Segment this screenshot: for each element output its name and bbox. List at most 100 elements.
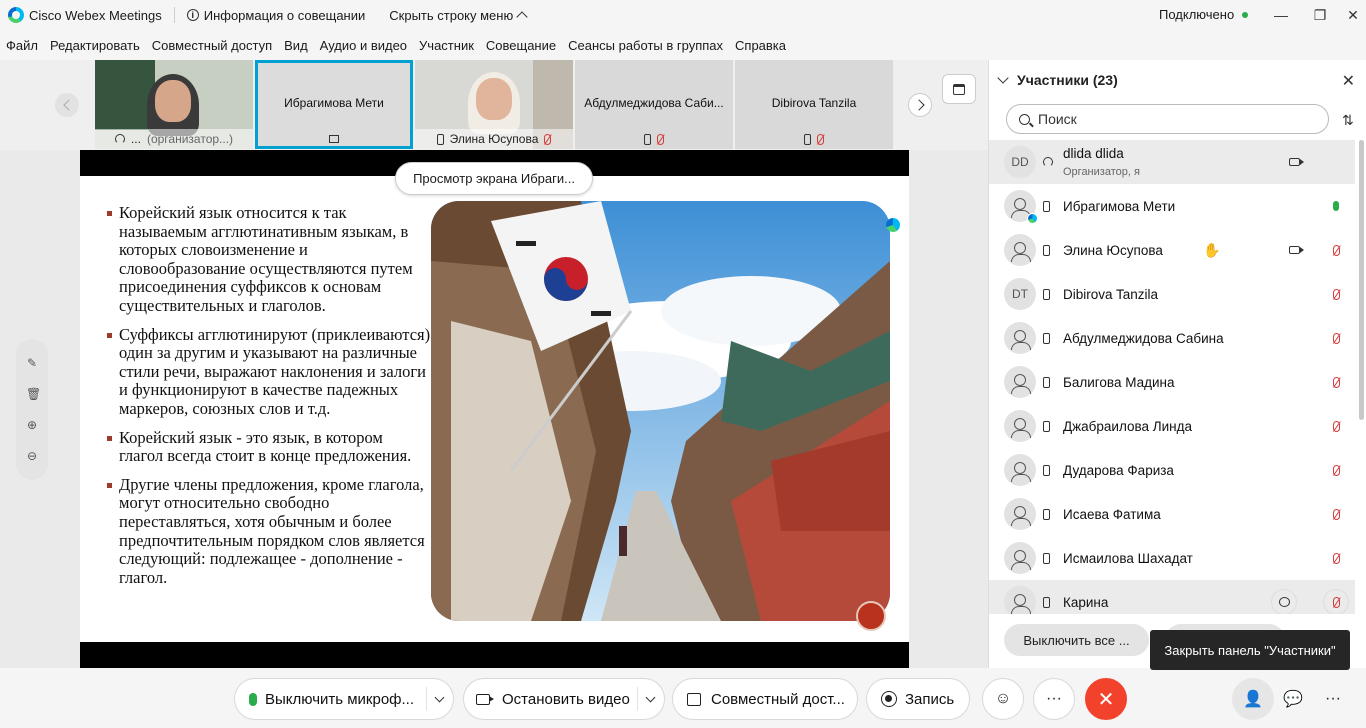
sort-icon[interactable]: ⇅ (1342, 112, 1358, 128)
close-panel-icon[interactable]: ✕ (1342, 71, 1355, 91)
minimize-icon: — (1274, 7, 1288, 23)
info-icon: i (186, 9, 199, 21)
chevron-down-icon[interactable] (434, 692, 445, 703)
menu-file[interactable]: Файл (6, 38, 38, 53)
mic-muted-icon[interactable] (1333, 288, 1340, 300)
close-icon: ✕ (1097, 688, 1115, 711)
participant-name: Дударова Фариза (1063, 462, 1174, 478)
thumbnail-name: Ибрагимова Мети (284, 96, 384, 110)
mute-all-label: Выключить все ... (1023, 632, 1130, 648)
menu-view[interactable]: Вид (284, 38, 308, 53)
mic-muted-icon[interactable] (1333, 508, 1340, 520)
mic-muted-icon[interactable] (1333, 332, 1340, 344)
participant-role: Организатор, я (1063, 166, 1140, 178)
share-content-button[interactable]: Совместный дост... (672, 678, 858, 720)
participant-row[interactable]: Абдулмеджидова Сабина (989, 316, 1355, 360)
phone-icon (1043, 420, 1050, 432)
thumbnail-ibragimova[interactable]: Ибрагимова Мети (255, 60, 413, 149)
meeting-info-button[interactable]: i Информация о совещании (186, 8, 365, 23)
trash-icon[interactable]: 🗑 (26, 388, 41, 400)
screen-share-pill[interactable]: Просмотр экрана Ибраги... (395, 162, 593, 195)
avatar: DT (1004, 278, 1036, 310)
chevron-down-icon[interactable] (997, 72, 1009, 84)
zoom-in-icon[interactable]: ⊕ (26, 419, 38, 431)
more-options-button[interactable]: ··· (1033, 678, 1075, 720)
participant-name: Исмаилова Шахадат (1063, 550, 1193, 566)
slide-photo-korean-street (431, 201, 890, 621)
menu-meeting[interactable]: Совещание (486, 38, 556, 53)
close-icon: ✕ (1347, 6, 1359, 23)
slide-bullet: Корейский язык относится к так называемы… (106, 203, 431, 316)
reactions-button[interactable]: ☺ (982, 678, 1024, 720)
chat-button[interactable] (1271, 589, 1297, 614)
participant-row[interactable]: Элина Юсупова ✋ (989, 228, 1355, 272)
strip-next-button[interactable] (908, 93, 932, 117)
thumbnail-dibirova[interactable]: Dibirova Tanzila (735, 60, 893, 149)
strip-prev-button[interactable] (55, 93, 79, 117)
search-placeholder: Поиск (1038, 111, 1077, 127)
mute-mic-button[interactable]: Выключить микроф... (234, 678, 454, 720)
participant-name: Dibirova Tanzila (1063, 286, 1159, 302)
participant-row[interactable]: Исаева Фатима (989, 492, 1355, 536)
participant-row[interactable]: Исмаилова Шахадат (989, 536, 1355, 580)
mic-toggle-button[interactable] (1323, 589, 1349, 614)
participant-row[interactable]: Балигова Мадина (989, 360, 1355, 404)
slide-bullet: Суффиксы агглютинируют (приклеиваются) о… (106, 325, 431, 419)
thumbnail-yusupova[interactable]: Элина Юсупова (415, 60, 573, 149)
mic-muted-icon[interactable] (1333, 244, 1340, 256)
mic-muted-icon (544, 133, 552, 145)
mic-muted-icon[interactable] (1333, 552, 1340, 564)
participants-scrollbar[interactable] (1359, 140, 1364, 420)
participant-row[interactable]: Дударова Фариза (989, 448, 1355, 492)
chevron-down-icon[interactable] (645, 692, 656, 703)
participant-name: Исаева Фатима (1063, 506, 1161, 522)
screen-share-label: Просмотр экрана Ибраги... (413, 171, 575, 186)
menu-edit[interactable]: Редактировать (50, 38, 140, 53)
participant-row[interactable]: Джабраилова Линда (989, 404, 1355, 448)
more-icon: ··· (1325, 690, 1341, 707)
thumbnail-organizer[interactable]: ... (организатор...) (95, 60, 253, 149)
mic-active-icon[interactable] (1333, 201, 1339, 211)
participants-toggle-button[interactable]: 👤 (1232, 678, 1274, 720)
phone-icon (644, 133, 651, 145)
stop-video-button[interactable]: Остановить видео (463, 678, 665, 720)
participant-name: dlida dlida (1063, 146, 1124, 161)
mic-muted-icon[interactable] (1333, 420, 1340, 432)
menu-participant[interactable]: Участник (419, 38, 474, 53)
webex-badge-icon (886, 218, 900, 232)
microphone-icon (249, 692, 257, 706)
mic-muted-icon[interactable] (1333, 376, 1340, 388)
chat-toggle-button[interactable]: 💬 (1272, 678, 1314, 720)
end-meeting-button[interactable]: ✕ (1085, 678, 1127, 720)
thumbnail-abdulmedzhidova[interactable]: Абдулмеджидова Саби... (575, 60, 733, 149)
record-button[interactable]: Запись (866, 678, 970, 720)
menu-breakout[interactable]: Сеансы работы в группах (568, 38, 723, 53)
slide-bullets: Корейский язык относится к так называемы… (106, 203, 431, 597)
mic-muted-icon[interactable] (1333, 464, 1340, 476)
menu-help[interactable]: Справка (735, 38, 786, 53)
video-icon (1289, 158, 1304, 166)
share-icon (687, 692, 701, 706)
panel-more-button[interactable]: ··· (1312, 678, 1354, 720)
menu-audio-video[interactable]: Аудио и видео (320, 38, 407, 53)
menu-share[interactable]: Совместный доступ (152, 38, 272, 53)
participant-row[interactable]: Карина (989, 580, 1355, 614)
pen-icon[interactable]: ✎ (26, 357, 38, 369)
street-illustration (431, 201, 890, 621)
zoom-out-icon[interactable]: ⊖ (26, 450, 38, 462)
participant-row[interactable]: DD dlida dlida Организатор, я (989, 140, 1355, 184)
participant-row[interactable]: Ибрагимова Мети (989, 184, 1355, 228)
hide-menu-button[interactable]: Скрыть строку меню (389, 8, 528, 23)
layout-button[interactable] (942, 74, 976, 104)
close-window-button[interactable]: ✕ (1330, 0, 1366, 30)
participant-search-input[interactable]: Поиск (1006, 104, 1329, 134)
connection-status-label: Подключено (1159, 7, 1235, 22)
participant-row[interactable]: DT Dibirova Tanzila (989, 272, 1355, 316)
slide-logo-stamp (856, 601, 886, 631)
person-icon (1011, 242, 1031, 262)
thumbnail-name: ... (130, 132, 141, 146)
mute-all-button[interactable]: Выключить все ... (1004, 624, 1149, 656)
thumbnail-background (95, 60, 155, 130)
button-divider (637, 687, 638, 711)
person-icon (1011, 330, 1031, 350)
